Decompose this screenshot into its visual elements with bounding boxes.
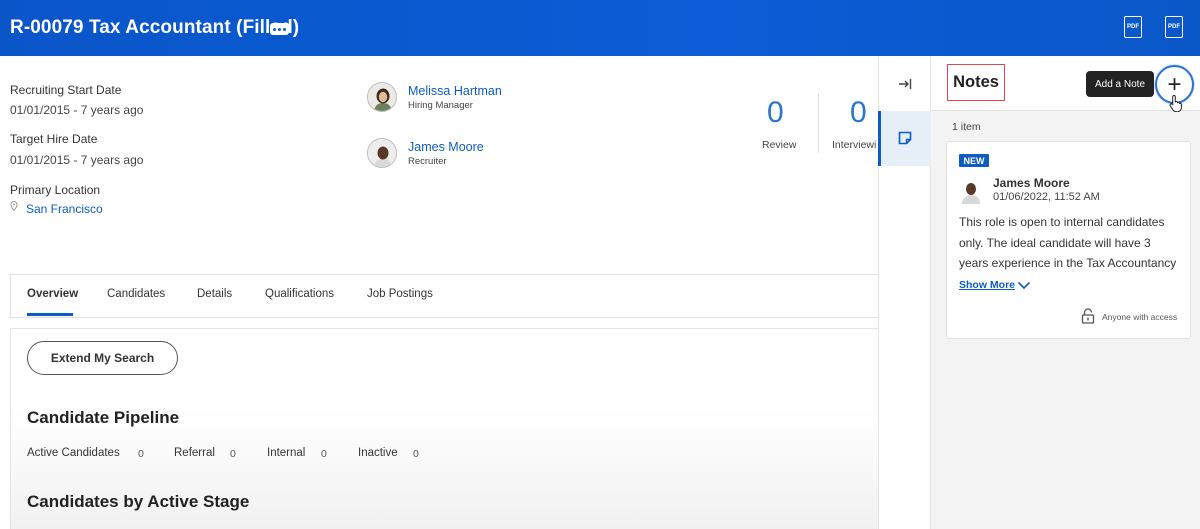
hiring-manager-name[interactable]: Melissa Hartman (408, 84, 502, 98)
note-body: This role is open to internal candidates… (959, 215, 1177, 270)
inactive-value: 0 (413, 448, 419, 460)
note-timestamp: 01/06/2022, 11:52 AM (993, 191, 1100, 203)
notes-item-count: 1 item (952, 121, 981, 133)
referral-value: 0 (230, 448, 236, 460)
stat-divider (818, 93, 819, 153)
inactive-label[interactable]: Inactive (358, 447, 398, 459)
collapse-panel-icon[interactable] (897, 76, 913, 92)
recruiting-start-label: Recruiting Start Date (10, 83, 122, 97)
recruiting-start-value: 01/01/2015 - 7 years ago (10, 103, 144, 117)
top-header-bar: R-00079 Tax Accountant (Filled) PDF PDF (0, 0, 1200, 56)
show-more-link[interactable]: Show More (959, 279, 1015, 291)
note-visibility: Anyone with access (1102, 312, 1178, 322)
target-hire-label: Target Hire Date (10, 132, 98, 146)
avatar[interactable] (367, 138, 397, 168)
avatar (962, 183, 980, 204)
tab-overview[interactable]: Overview (27, 288, 78, 300)
recruiter-name[interactable]: James Moore (408, 140, 484, 154)
primary-location-label: Primary Location (10, 183, 101, 197)
tab-qualifications[interactable]: Qualifications (265, 288, 334, 300)
review-count[interactable]: 0 (767, 96, 784, 130)
location-pin-icon (10, 201, 18, 211)
internal-value: 0 (321, 448, 327, 460)
hand-cursor-icon (1169, 94, 1182, 112)
pdf-download-icon[interactable]: PDF (1165, 16, 1183, 38)
note-icon[interactable] (898, 131, 912, 145)
page-title: R-00079 Tax Accountant (Filled) (10, 17, 300, 38)
ellipsis-icon[interactable] (270, 23, 289, 35)
chevron-down-icon[interactable] (1017, 280, 1031, 290)
referral-label[interactable]: Referral (174, 447, 215, 459)
extend-my-search-button[interactable]: Extend My Search (27, 341, 178, 375)
primary-location-link[interactable]: San Francisco (26, 202, 103, 216)
avatar[interactable] (367, 82, 397, 112)
review-label: Review (762, 139, 797, 151)
tab-job-postings[interactable]: Job Postings (367, 288, 433, 300)
notes-title: Notes (947, 64, 1005, 101)
target-hire-value: 01/01/2015 - 7 years ago (10, 153, 144, 167)
active-candidates-value: 0 (138, 448, 144, 460)
interviewing-label: Interviewi (832, 139, 877, 151)
active-tab-indicator (27, 313, 73, 316)
candidates-by-stage-title: Candidates by Active Stage (27, 492, 250, 511)
lock-icon (1081, 308, 1095, 324)
hiring-manager-role: Hiring Manager (408, 100, 473, 111)
pdf-export-icon[interactable]: PDF (1124, 16, 1142, 38)
rail-active-indicator (878, 111, 881, 166)
tab-candidates[interactable]: Candidates (107, 288, 165, 300)
note-author: James Moore (993, 176, 1070, 190)
candidate-pipeline-title: Candidate Pipeline (27, 408, 180, 427)
active-candidates-label[interactable]: Active Candidates (27, 447, 120, 459)
internal-label[interactable]: Internal (267, 447, 305, 459)
interviewing-count[interactable]: 0 (850, 96, 867, 130)
tab-details[interactable]: Details (197, 288, 232, 300)
recruiter-role: Recruiter (408, 156, 447, 167)
new-badge: NEW (959, 154, 989, 167)
add-note-tooltip: Add a Note (1086, 71, 1154, 97)
